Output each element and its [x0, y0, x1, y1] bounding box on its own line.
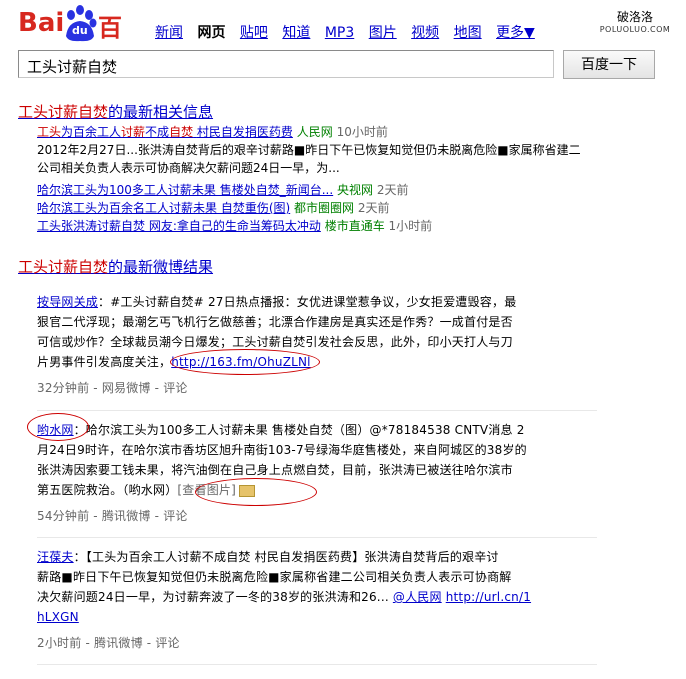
news-item-title[interactable]: 工头张洪涛讨薪自焚 网友:拿自己的生命当筹码太冲动 [37, 219, 321, 233]
news-heading-text: 的最新相关信息 [108, 103, 214, 121]
news-top-result: 工头为百余工人讨薪不成自焚 村民自发捐医药费 人民网 10小时前 2012年2月… [37, 123, 597, 177]
weibo-post: 按导网关成：#工头讨薪自焚# 27日热点播报：女优进课堂惹争议，少女拒爱遭毁容，… [37, 292, 597, 398]
watermark-en: POLUOLUO.COM [599, 25, 671, 34]
weibo-meta: 32分钟前 - 网易微博 - 评论 [37, 381, 188, 395]
weibo-user[interactable]: 汪葆夫 [37, 550, 74, 564]
weibo-heading[interactable]: 工头讨薪自焚的最新微博结果 [18, 256, 213, 277]
weibo-heading-keyword: 工头讨薪自焚 [18, 258, 109, 276]
weibo-user[interactable]: 按导网关成 [37, 295, 98, 309]
news-item: 哈尔滨工头为百余名工人讨薪未果 自焚重伤(图) 都市圈圈网 2天前 [37, 201, 390, 215]
nav-tieba[interactable]: 贴吧 [240, 25, 268, 41]
nav-map[interactable]: 地图 [454, 25, 482, 41]
baidu-logo[interactable]: Bai du 百度 [18, 4, 143, 77]
divider [37, 537, 597, 538]
nav-news[interactable]: 新闻 [155, 25, 183, 41]
weibo-post: 哟水网：哈尔滨工头为100多工人讨薪未果 售楼处自焚（图）@*78184538 … [37, 420, 597, 526]
watermark: 破洛洛 POLUOLUO.COM [595, 8, 675, 34]
logo-bai: Bai [18, 8, 65, 38]
news-item: 哈尔滨工头为100多工人讨薪未果 售楼处自焚_新闻台... 央视网 2天前 [37, 183, 409, 197]
nav-web-current: 网页 [197, 25, 226, 41]
top-nav: 新闻 网页 贴吧 知道 MP3 图片 视频 地图 更多▼ [155, 22, 545, 42]
search-button[interactable]: 百度一下 [563, 50, 655, 79]
nav-video[interactable]: 视频 [411, 25, 439, 41]
divider [37, 664, 597, 665]
news-list: 哈尔滨工头为100多工人讨薪未果 售楼处自焚_新闻台... 央视网 2天前 哈尔… [37, 181, 597, 235]
news-heading[interactable]: 工头讨薪自焚的最新相关信息 [18, 101, 213, 122]
nav-more[interactable]: 更多▼ [496, 25, 535, 41]
paw-icon: du [62, 4, 98, 42]
weibo-user[interactable]: 哟水网 [37, 423, 74, 437]
view-image-link[interactable]: [查看图片] [177, 483, 236, 497]
news-item-title[interactable]: 哈尔滨工头为100多工人讨薪未果 售楼处自焚_新闻台... [37, 183, 333, 197]
nav-zhidao[interactable]: 知道 [282, 25, 310, 41]
news-heading-keyword: 工头讨薪自焚 [18, 103, 109, 121]
search-input[interactable]: 工头讨薪自焚 [18, 50, 554, 78]
weibo-link-cont[interactable]: hLXGN [37, 610, 79, 624]
weibo-meta: 2小时前 - 腾讯微博 - 评论 [37, 636, 180, 650]
weibo-heading-text: 的最新微博结果 [108, 258, 214, 276]
weibo-link[interactable]: http://url.cn/1 [446, 590, 531, 604]
weibo-meta: 54分钟前 - 腾讯微博 - 评论 [37, 509, 188, 523]
news-item: 工头张洪涛讨薪自焚 网友:拿自己的生命当筹码太冲动 楼市直通车 1小时前 [37, 219, 433, 233]
news-time: 10小时前 [336, 125, 388, 139]
weibo-post: 汪葆夫：【工头为百余工人讨薪不成自焚 村民自发捐医药费】张洪涛自焚背后的艰辛讨 … [37, 547, 597, 653]
news-item-title[interactable]: 哈尔滨工头为百余名工人讨薪未果 自焚重伤(图) [37, 201, 290, 215]
search-query: 工头讨薪自焚 [27, 58, 118, 76]
news-snippet: 2012年2月27日...张洪涛自焚背后的艰辛讨薪路■昨日下午已恢复知觉但仍未脱… [37, 143, 581, 175]
divider [37, 410, 597, 411]
image-icon[interactable] [238, 484, 255, 497]
logo-du: du [72, 24, 88, 37]
watermark-cn: 破洛洛 [616, 10, 653, 24]
weibo-mention[interactable]: @人民网 [393, 590, 442, 604]
weibo-link[interactable]: http://163.fm/OhuZLNl [171, 355, 311, 369]
nav-mp3[interactable]: MP3 [325, 25, 354, 41]
news-source: 人民网 [296, 125, 333, 139]
nav-images[interactable]: 图片 [369, 25, 397, 41]
news-top-title[interactable]: 工头为百余工人讨薪不成自焚 村民自发捐医药费 [37, 125, 293, 139]
